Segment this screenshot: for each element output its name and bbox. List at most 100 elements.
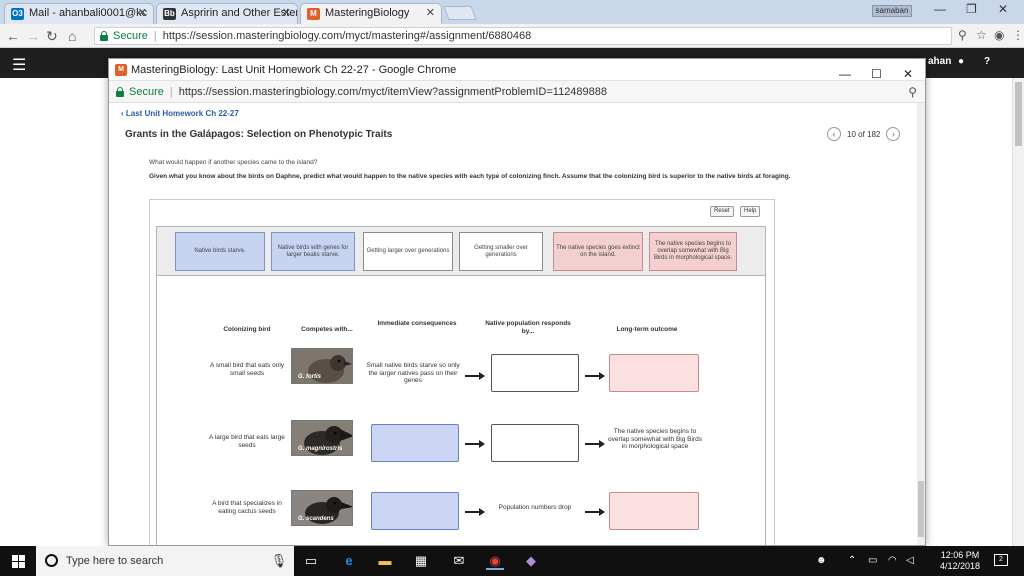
bird-description: A small bird that eats only small seeds bbox=[209, 362, 285, 377]
url-text: https://session.masteringbiology.com/myc… bbox=[178, 86, 608, 98]
header-immediate: Immediate consequences bbox=[377, 320, 457, 327]
label-card[interactable]: Getting larger over generations bbox=[363, 232, 453, 271]
drop-target-outcome[interactable] bbox=[609, 354, 699, 392]
arrow-icon bbox=[585, 440, 605, 448]
restore-icon[interactable]: ❐ bbox=[966, 2, 977, 16]
mail-icon[interactable]: ✉ bbox=[450, 552, 468, 570]
popup-title: MasteringBiology: Last Unit Homework Ch … bbox=[131, 64, 457, 76]
previous-icon[interactable]: ‹ bbox=[827, 127, 841, 141]
task-view-icon[interactable]: ▭ bbox=[302, 552, 320, 570]
page-scrollbar[interactable] bbox=[1012, 78, 1024, 546]
user-name[interactable]: ahan bbox=[928, 56, 951, 67]
tab-masteringbiology-label: MasteringBiology bbox=[325, 7, 410, 19]
tab-masteringbiology[interactable]: M MasteringBiology ✕ bbox=[300, 3, 442, 24]
popup-address-bar[interactable]: Secure | https://session.masteringbiology.… bbox=[109, 81, 925, 103]
label-card[interactable]: Native birds starve. bbox=[175, 232, 265, 271]
cortana-icon bbox=[45, 554, 58, 567]
zoom-icon[interactable]: ⚲ bbox=[908, 81, 917, 103]
network-icon[interactable]: ▭ bbox=[868, 555, 877, 566]
wifi-icon[interactable]: ◠ bbox=[888, 555, 897, 566]
label-tray: Native birds starve. Native birds with g… bbox=[156, 226, 766, 276]
popup-scrollbar[interactable] bbox=[917, 103, 925, 545]
mastering-icon: M bbox=[307, 8, 320, 20]
back-link-label: Last Unit Homework Ch 22-27 bbox=[125, 109, 239, 118]
arrow-icon bbox=[465, 440, 485, 448]
browser-tab-strip: O3 Mail - ahanbali0001@kc ✕ Bb Aspririn … bbox=[0, 0, 1024, 24]
scrollbar-thumb[interactable] bbox=[1015, 82, 1022, 146]
label-card[interactable]: Getting smaller over generations bbox=[459, 232, 543, 271]
arrow-icon bbox=[585, 508, 605, 516]
lock-icon bbox=[116, 87, 124, 97]
zoom-icon[interactable]: ⚲ bbox=[958, 28, 967, 42]
user-icon[interactable]: ● bbox=[958, 56, 964, 67]
notification-center-icon[interactable]: 2 bbox=[994, 554, 1008, 566]
volume-icon[interactable]: ◁ bbox=[906, 555, 914, 566]
pager: ‹ 10 of 182 › bbox=[827, 127, 901, 141]
bookmark-star-icon[interactable]: ☆ bbox=[976, 28, 987, 42]
hamburger-menu-icon[interactable]: ☰ bbox=[12, 55, 26, 75]
close-icon[interactable]: ✕ bbox=[426, 4, 435, 23]
long-term-outcome: The native species begins to overlap som… bbox=[608, 428, 702, 450]
label-card[interactable]: Native birds with genes for larger beaks… bbox=[271, 232, 355, 271]
tab-mail[interactable]: O3 Mail - ahanbali0001@kc ✕ bbox=[4, 3, 154, 24]
file-explorer-icon[interactable]: ▬ bbox=[376, 552, 394, 570]
help-icon[interactable]: ? bbox=[984, 56, 990, 67]
extension-icon[interactable]: ◉ bbox=[994, 28, 1004, 42]
question-intro: What would happen if another species cam… bbox=[149, 159, 318, 166]
profile-badge[interactable]: samaban bbox=[872, 5, 912, 17]
chrome-icon[interactable]: ◉ bbox=[486, 552, 504, 570]
finch-photo: G. magnirostris bbox=[291, 420, 353, 456]
bird-description: A bird that specializes in eating cactus… bbox=[212, 500, 282, 515]
forward-arrow-icon[interactable]: → bbox=[26, 28, 40, 44]
close-icon[interactable]: ✕ bbox=[138, 4, 147, 23]
header-outcome: Long-term outcome bbox=[616, 326, 678, 333]
arrow-icon bbox=[465, 508, 485, 516]
drop-target-response[interactable] bbox=[491, 424, 579, 462]
sorting-panel: Colonizing bird Competes with... Immedia… bbox=[156, 276, 766, 545]
drop-target-outcome[interactable] bbox=[609, 492, 699, 530]
blackboard-icon: Bb bbox=[163, 8, 176, 20]
address-bar[interactable]: Secure | https://session.masteringbiology.… bbox=[94, 27, 952, 45]
drop-target-immediate[interactable] bbox=[371, 492, 459, 530]
drop-target-immediate[interactable] bbox=[371, 424, 459, 462]
arrow-icon bbox=[585, 372, 605, 380]
secure-label: Secure bbox=[113, 30, 148, 42]
edge-icon[interactable]: e bbox=[340, 552, 358, 570]
show-hidden-icons-icon[interactable]: ⌃ bbox=[848, 555, 856, 566]
reload-icon[interactable]: ↻ bbox=[46, 28, 58, 45]
lock-icon bbox=[100, 31, 108, 41]
finch-photo: G. fortis bbox=[291, 348, 353, 384]
menu-dots-icon[interactable]: ⋮ bbox=[1012, 28, 1024, 42]
drop-target-response[interactable] bbox=[491, 354, 579, 392]
visual-studio-icon[interactable]: ◆ bbox=[522, 552, 540, 570]
store-icon[interactable]: ▦ bbox=[412, 552, 430, 570]
help-button[interactable]: Help bbox=[740, 206, 761, 217]
new-tab-button[interactable] bbox=[443, 6, 477, 20]
next-icon[interactable]: › bbox=[886, 127, 901, 141]
close-window-icon[interactable]: ✕ bbox=[998, 2, 1008, 16]
problem-content: ‹ Last Unit Homework Ch 22-27 Grants in … bbox=[109, 103, 917, 545]
label-card[interactable]: The native species begins to overlap som… bbox=[649, 232, 737, 271]
home-icon[interactable]: ⌂ bbox=[68, 28, 76, 44]
background-page-left bbox=[0, 78, 108, 546]
tab-aspirin[interactable]: Bb Aspririn and Other Ester ✕ bbox=[156, 3, 298, 24]
microphone-icon[interactable]: 🎙 bbox=[270, 552, 288, 570]
windows-start-icon[interactable] bbox=[12, 555, 25, 568]
popup-window: M MasteringBiology: Last Unit Homework C… bbox=[108, 58, 926, 546]
back-link[interactable]: ‹ Last Unit Homework Ch 22-27 bbox=[121, 109, 239, 118]
minimize-icon[interactable]: — bbox=[934, 2, 946, 16]
tab-mail-label: Mail - ahanbali0001@kc bbox=[29, 7, 148, 19]
system-clock[interactable]: 12:06 PM 4/12/2018 bbox=[930, 550, 990, 572]
search-placeholder: Type here to search bbox=[66, 555, 164, 567]
scrollbar-thumb[interactable] bbox=[918, 481, 924, 537]
back-arrow-icon[interactable]: ← bbox=[6, 28, 20, 44]
secure-label: Secure bbox=[129, 86, 164, 98]
taskbar-search-input[interactable]: Type here to search bbox=[36, 546, 294, 576]
close-icon[interactable]: ✕ bbox=[282, 4, 291, 23]
people-icon[interactable]: ☻ bbox=[816, 555, 827, 566]
label-card[interactable]: The native species goes extinct on the i… bbox=[553, 232, 643, 271]
reset-button[interactable]: Reset bbox=[710, 206, 734, 217]
bird-description: A large bird that eats large seeds bbox=[209, 434, 285, 449]
clock-time: 12:06 PM bbox=[940, 550, 980, 560]
url-text: https://session.masteringbiology.com/myc… bbox=[162, 30, 532, 42]
